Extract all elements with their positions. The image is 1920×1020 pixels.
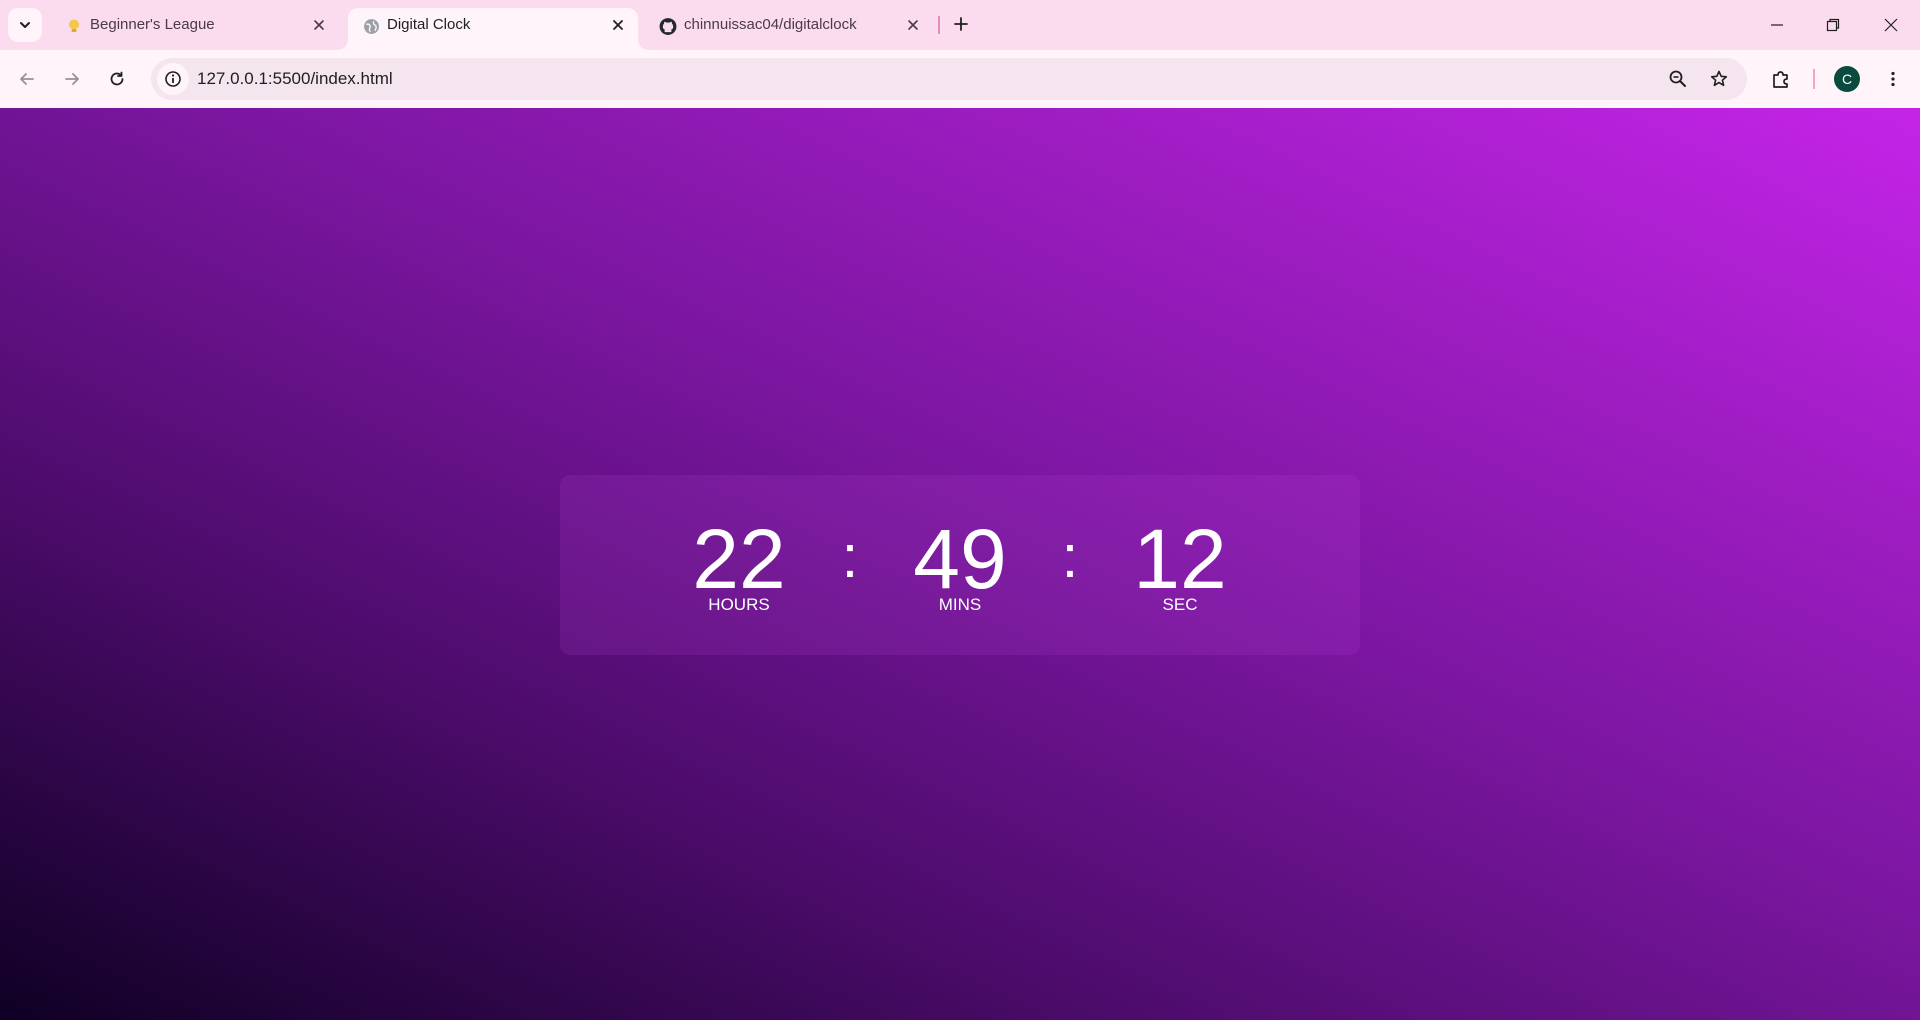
tab-title: Beginner's League [90,16,215,33]
tab-search-button[interactable] [8,8,42,42]
browser-menu-button[interactable] [1879,65,1907,93]
close-icon[interactable] [903,15,923,35]
restore-icon [1826,18,1840,32]
github-icon [659,17,677,35]
reload-icon [110,71,124,86]
minimize-icon [1771,24,1783,26]
tab-divider [938,16,940,34]
minutes-value: 49 [913,512,1007,606]
close-icon[interactable] [608,15,628,35]
more-vertical-icon [1891,71,1895,87]
tab-github-digitalclock[interactable]: chinnuissac04/digitalclock [645,8,933,50]
forward-button[interactable] [58,65,86,93]
tab-digital-clock[interactable]: Digital Clock [338,8,648,50]
seconds-value: 12 [1133,512,1227,606]
arrow-left-icon [20,73,34,85]
tab-beginners-league[interactable]: Beginner's League [51,8,339,50]
restore-button[interactable] [1818,10,1848,40]
tab-title: Digital Clock [387,16,471,33]
seconds-label: SEC [1162,595,1198,614]
extensions-button[interactable] [1767,65,1795,93]
hours-label: HOURS [708,595,770,614]
reload-button[interactable] [103,65,131,93]
chevron-down-icon [20,22,30,28]
info-icon [165,71,181,87]
clock-card: 22 HOURS : 49 MINS : 12 SEC [560,475,1360,655]
puzzle-icon [1773,71,1788,88]
minimize-button[interactable] [1762,10,1792,40]
page-background: 22 HOURS : 49 MINS : 12 SEC [0,108,1920,1020]
tab-strip: Beginner's League Digital Clock chinnuis… [0,0,1920,50]
colon-separator: : [841,523,859,590]
bookmark-star-icon[interactable] [1707,67,1731,91]
lightbulb-icon [65,17,83,35]
minutes-label: MINS [938,595,982,614]
globe-icon [362,17,380,35]
tab-title: chinnuissac04/digitalclock [684,16,857,33]
close-window-button[interactable] [1876,10,1906,40]
back-button[interactable] [13,65,41,93]
address-bar[interactable]: 127.0.0.1:5500/index.html [151,58,1747,100]
arrow-right-icon [65,73,79,85]
profile-avatar[interactable]: C [1834,66,1860,92]
browser-toolbar: 127.0.0.1:5500/index.html C [0,50,1920,108]
close-icon [1884,18,1898,32]
hours-value: 22 [692,512,786,606]
url-text[interactable]: 127.0.0.1:5500/index.html [197,58,393,100]
plus-icon [954,17,968,31]
colon-separator: : [1061,523,1079,590]
close-icon[interactable] [309,15,329,35]
site-info-button[interactable] [157,63,189,95]
toolbar-divider [1813,69,1815,89]
zoom-out-icon[interactable] [1666,67,1690,91]
new-tab-button[interactable] [948,11,974,37]
